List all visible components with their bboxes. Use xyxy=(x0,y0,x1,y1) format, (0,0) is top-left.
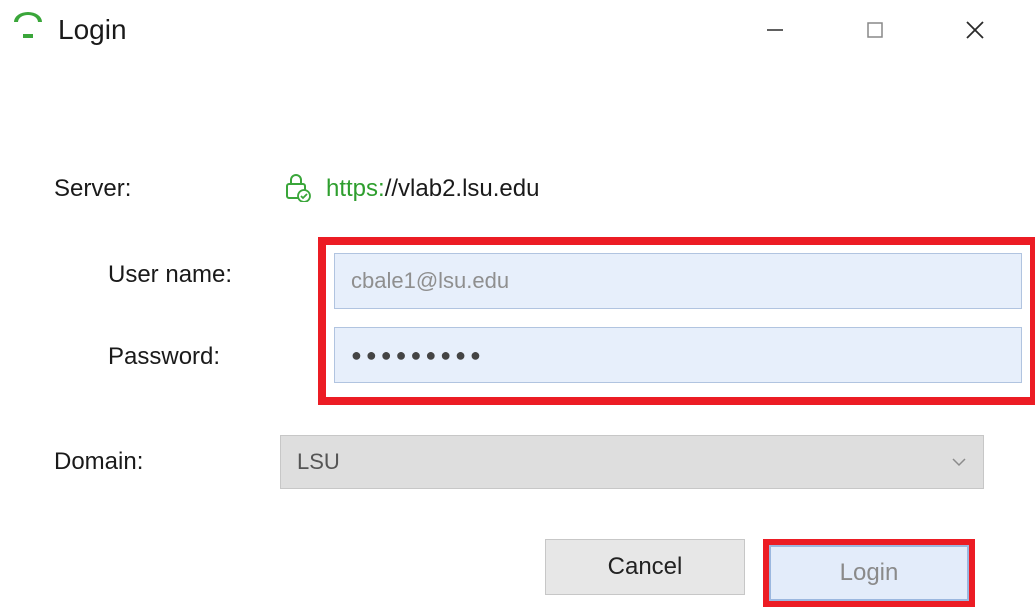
server-value: https://vlab2.lsu.edu xyxy=(280,170,539,207)
server-url-rest: //vlab2.lsu.edu xyxy=(385,175,540,202)
chevron-down-icon xyxy=(951,454,967,470)
server-label: Server: xyxy=(54,175,280,203)
close-button[interactable] xyxy=(925,12,1025,48)
lock-check-icon xyxy=(280,170,312,207)
server-url-prefix: https: xyxy=(326,175,385,202)
domain-row: Domain: LSU xyxy=(54,435,1005,489)
login-highlight: Login xyxy=(763,539,975,607)
credentials-section: User name: Password: xyxy=(54,245,1005,405)
credentials-highlight xyxy=(318,237,1035,405)
title-left: Login xyxy=(10,12,725,48)
maximize-icon xyxy=(866,21,884,39)
domain-selected-value: LSU xyxy=(297,449,340,475)
cancel-button[interactable]: Cancel xyxy=(545,539,745,595)
close-icon xyxy=(964,19,986,41)
maximize-button[interactable] xyxy=(825,12,925,48)
window-controls xyxy=(725,12,1025,48)
username-input[interactable] xyxy=(334,253,1022,309)
app-icon xyxy=(10,12,46,48)
minimize-icon xyxy=(765,20,785,40)
password-input[interactable] xyxy=(334,327,1022,383)
titlebar: Login xyxy=(0,0,1035,60)
password-label: Password: xyxy=(108,343,220,371)
domain-label: Domain: xyxy=(54,448,280,476)
button-row: Cancel Login xyxy=(54,539,1005,607)
login-form: Server: https://vlab2.lsu.edu User name:… xyxy=(0,60,1035,607)
domain-select[interactable]: LSU xyxy=(280,435,984,489)
minimize-button[interactable] xyxy=(725,12,825,48)
server-row: Server: https://vlab2.lsu.edu xyxy=(54,170,1005,207)
window-title: Login xyxy=(58,14,127,46)
login-button[interactable]: Login xyxy=(769,545,969,601)
username-label: User name: xyxy=(108,261,232,289)
server-url: https://vlab2.lsu.edu xyxy=(326,175,539,203)
